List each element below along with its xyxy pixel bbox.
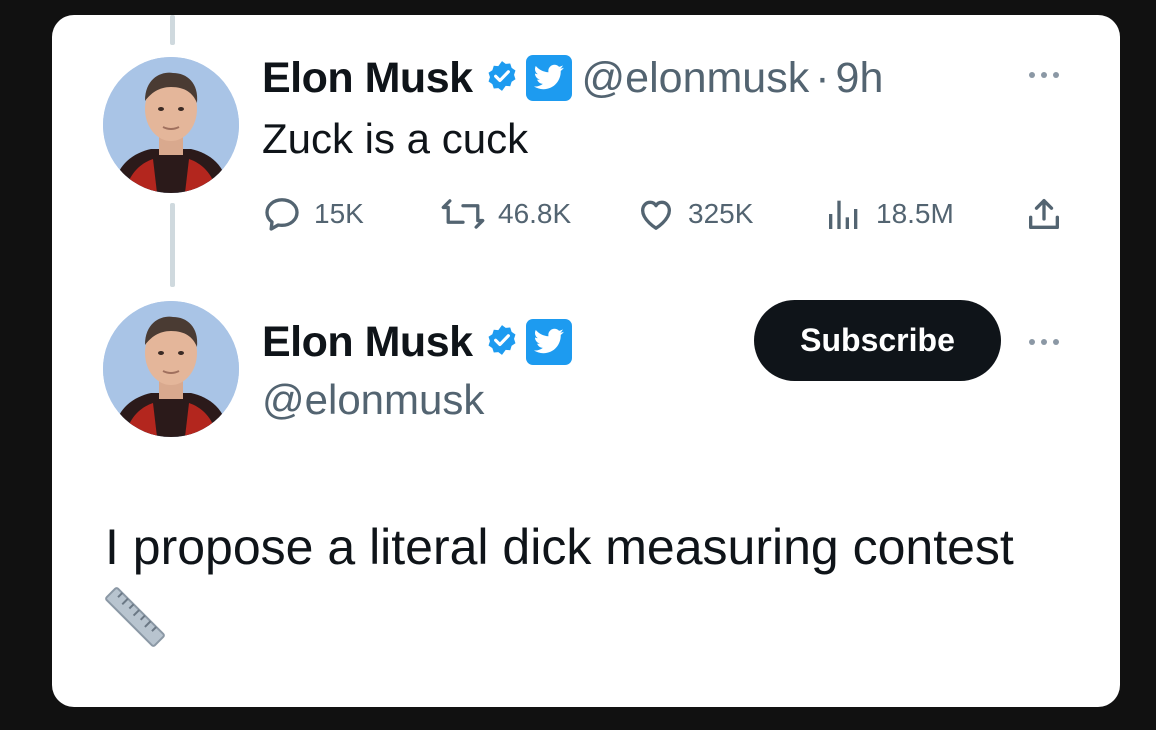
views-button[interactable]: 18.5M: [824, 192, 954, 236]
verified-badge-icon: [485, 323, 519, 362]
reply-count: 15K: [314, 198, 364, 229]
straight-ruler-emoji: [103, 585, 167, 654]
tweet2-header: Elon Musk: [262, 317, 572, 367]
retweet-count: 46.8K: [498, 198, 572, 229]
timestamp[interactable]: 9h: [836, 54, 884, 103]
avatar[interactable]: [103, 57, 239, 193]
reply-icon: [265, 198, 299, 231]
author-name[interactable]: Elon Musk: [262, 54, 473, 103]
avatar[interactable]: [103, 301, 239, 437]
author-name[interactable]: Elon Musk: [262, 318, 473, 367]
views-icon: [829, 200, 858, 229]
verified-badge-icon: [485, 59, 519, 98]
retweet-button[interactable]: 46.8K: [440, 192, 571, 236]
share-icon: [1029, 199, 1059, 229]
author-handle[interactable]: @elonmusk: [582, 54, 810, 103]
subscribe-button[interactable]: Subscribe: [754, 300, 1001, 381]
tweet1-text: Zuck is a cuck: [262, 115, 529, 162]
twitter-bird-icon: [525, 55, 572, 101]
thread-line-middle: [170, 203, 175, 287]
heart-icon: [641, 200, 671, 230]
like-button[interactable]: 325K: [636, 192, 753, 236]
author-handle[interactable]: @elonmusk: [262, 376, 484, 424]
retweet-icon: [441, 199, 485, 229]
more-options-icon[interactable]: [1029, 339, 1059, 345]
tweet1-action-bar: 15K 46.8K 325K 18.5M: [262, 192, 1062, 236]
views-count: 18.5M: [876, 198, 954, 229]
separator-dot: ·: [815, 53, 830, 102]
share-button[interactable]: [1024, 192, 1064, 236]
avatar-image: [103, 57, 239, 193]
tweet2-text: I propose a literal dick measuring conte…: [105, 519, 1014, 575]
tweet1-header: Elon Musk @elonmusk · 9h: [262, 53, 883, 103]
avatar-image: [103, 301, 239, 437]
more-options-icon[interactable]: [1029, 72, 1059, 78]
thread-line-top: [170, 15, 175, 45]
like-count: 325K: [688, 198, 754, 229]
twitter-bird-icon: [525, 319, 572, 365]
reply-button[interactable]: 15K: [262, 192, 364, 236]
